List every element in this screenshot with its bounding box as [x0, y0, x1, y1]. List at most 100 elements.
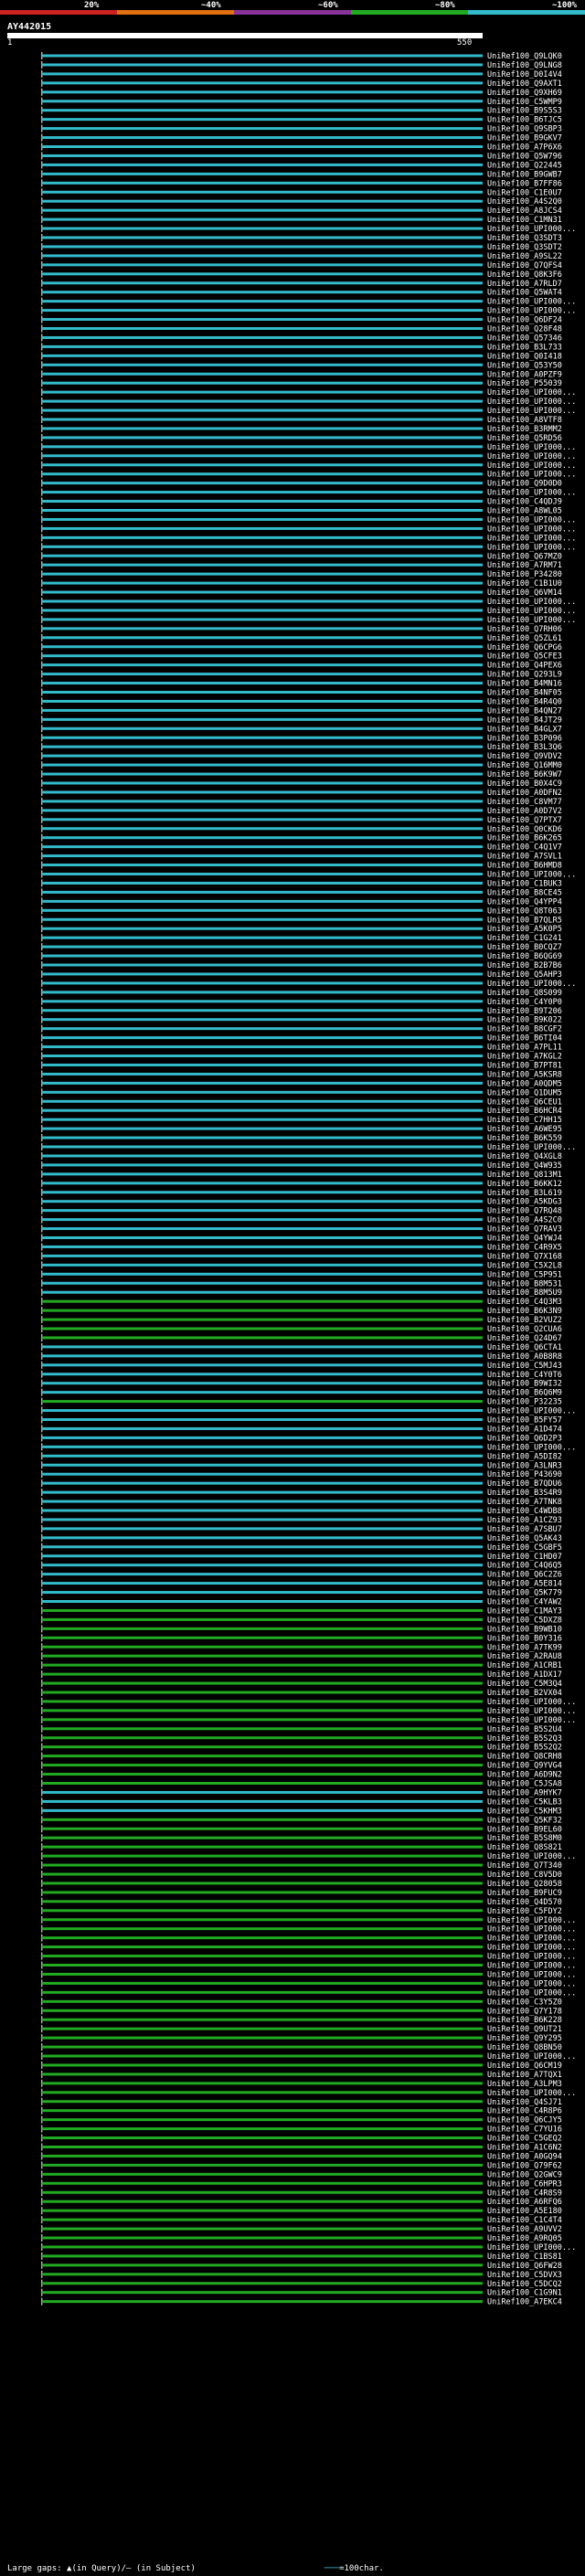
hit-row[interactable]: UniRef100_Q5AHP3: [41, 970, 562, 980]
hit-row[interactable]: UniRef100_Q6DF24: [41, 315, 562, 325]
hit-row[interactable]: UniRef100_B8CE45: [41, 888, 562, 897]
hit-row[interactable]: UniRef100_UPI000...: [41, 306, 576, 316]
hit-row[interactable]: UniRef100_Q4YWJ4: [41, 1234, 562, 1244]
hit-row[interactable]: UniRef100_B8M531: [41, 1279, 562, 1288]
hit-row[interactable]: UniRef100_B6KK12: [41, 1179, 562, 1189]
hit-row[interactable]: UniRef100_B4R4Q0: [41, 697, 562, 706]
hit-row[interactable]: UniRef100_Q7RH06: [41, 624, 562, 634]
hit-row[interactable]: UniRef100_UPI000...: [41, 1706, 576, 1716]
hit-row[interactable]: UniRef100_C1MAY3: [41, 1606, 562, 1616]
hit-row[interactable]: UniRef100_B2VUZ2: [41, 1316, 562, 1325]
hit-row[interactable]: UniRef100_Q9LNG8: [41, 61, 562, 70]
hit-row[interactable]: UniRef100_C7HH15: [41, 1116, 562, 1125]
hit-row[interactable]: UniRef100_Q0I418: [41, 352, 562, 361]
hit-row[interactable]: UniRef100_UPI000...: [41, 451, 576, 461]
hit-row[interactable]: UniRef100_UPI000...: [41, 1915, 576, 1925]
hit-row[interactable]: UniRef100_Q5W796: [41, 152, 562, 161]
hit-row[interactable]: UniRef100_B5S2Q3: [41, 1733, 562, 1744]
hit-row[interactable]: UniRef100_A2RAU8: [41, 1652, 562, 1661]
hit-row[interactable]: UniRef100_C1G9N1: [41, 2288, 562, 2298]
hit-row[interactable]: UniRef100_UPI000...: [41, 442, 576, 452]
hit-row[interactable]: UniRef100_Q8S821: [41, 1843, 562, 1852]
hit-row[interactable]: UniRef100_Q8S099: [41, 988, 562, 998]
hit-row[interactable]: UniRef100_C4Q1V7: [41, 843, 562, 853]
hit-row[interactable]: UniRef100_B6HCR4: [41, 1107, 562, 1116]
hit-row[interactable]: UniRef100_P55039: [41, 379, 562, 388]
hit-row[interactable]: UniRef100_A1DX17: [41, 1670, 562, 1680]
hit-row[interactable]: UniRef100_C1G241: [41, 934, 562, 943]
hit-row[interactable]: UniRef100_C4Q3M3: [41, 1298, 562, 1307]
hit-row[interactable]: UniRef100_A3LNR3: [41, 1461, 562, 1470]
hit-row[interactable]: UniRef100_B5S2U4: [41, 1724, 562, 1734]
hit-row[interactable]: UniRef100_Q8T063: [41, 906, 562, 916]
hit-row[interactable]: UniRef100_A8JCS4: [41, 207, 562, 216]
hit-row[interactable]: UniRef100_B6K228: [41, 2016, 562, 2025]
hit-row[interactable]: UniRef100_B4NF05: [41, 688, 562, 698]
hit-row[interactable]: UniRef100_C1B1U0: [41, 579, 562, 588]
hit-row[interactable]: UniRef100_A5DI82: [41, 1452, 562, 1461]
hit-row[interactable]: UniRef100_A5KSR8: [41, 1070, 562, 1079]
hit-row[interactable]: UniRef100_A0PZF9: [41, 370, 562, 379]
hit-row[interactable]: UniRef100_UPI000...: [41, 1988, 576, 1998]
hit-row[interactable]: UniRef100_Q28058: [41, 1879, 562, 1889]
hit-row[interactable]: UniRef100_UPI000...: [41, 1934, 576, 1944]
hit-row[interactable]: UniRef100_B5FY57: [41, 1415, 562, 1426]
hit-row[interactable]: UniRef100_Q8K3F6: [41, 270, 562, 280]
hit-row[interactable]: UniRef100_UPI000...: [41, 388, 576, 398]
hit-row[interactable]: UniRef100_C3Y5Z0: [41, 1998, 562, 2007]
hit-row[interactable]: UniRef100_A7SVL1: [41, 852, 562, 862]
hit-row[interactable]: UniRef100_B9WB10: [41, 1625, 562, 1634]
hit-row[interactable]: UniRef100_B5S8M0: [41, 1834, 562, 1843]
hit-row[interactable]: UniRef100_Q6VM14: [41, 588, 562, 598]
hit-row[interactable]: UniRef100_UPI000...: [41, 1952, 576, 1962]
hit-row[interactable]: UniRef100_Q6CM19: [41, 2061, 562, 2071]
hit-row[interactable]: UniRef100_B6K265: [41, 833, 562, 843]
hit-row[interactable]: UniRef100_UPI000...: [41, 515, 576, 525]
hit-row[interactable]: UniRef100_A7PL11: [41, 1043, 562, 1053]
hit-row[interactable]: UniRef100_UPI000...: [41, 297, 576, 307]
hit-row[interactable]: UniRef100_B8CGF2: [41, 1024, 562, 1034]
hit-row[interactable]: UniRef100_Q4W935: [41, 1161, 562, 1171]
hit-row[interactable]: UniRef100_B7QLR5: [41, 916, 562, 925]
hit-row[interactable]: UniRef100_A5K0P5: [41, 925, 562, 934]
hit-row[interactable]: UniRef100_C1HD07: [41, 1552, 562, 1562]
hit-row[interactable]: UniRef100_C6HPR3: [41, 2179, 562, 2189]
hit-row[interactable]: UniRef100_C5WMP9: [41, 97, 562, 107]
hit-row[interactable]: UniRef100_A9UVV2: [41, 2225, 562, 2234]
hit-row[interactable]: UniRef100_A7TQX1: [41, 2070, 562, 2080]
hit-row[interactable]: UniRef100_Q7RAV3: [41, 1224, 562, 1235]
hit-row[interactable]: UniRef100_P32235: [41, 1397, 562, 1407]
hit-row[interactable]: UniRef100_C5DVX3: [41, 2270, 562, 2280]
hit-row[interactable]: UniRef100_Q8CRH8: [41, 1752, 562, 1762]
hit-row[interactable]: UniRef100_Q9XH69: [41, 88, 562, 98]
hit-row[interactable]: UniRef100_Q9LQK0: [41, 52, 562, 61]
hit-row[interactable]: UniRef100_Q7PTX7: [41, 815, 562, 825]
hit-row[interactable]: UniRef100_Q8BN50: [41, 2043, 562, 2052]
hit-row[interactable]: UniRef100_UPI000...: [41, 1970, 576, 1979]
hit-row[interactable]: UniRef100_B2VX04: [41, 1689, 562, 1698]
hit-row[interactable]: UniRef100_C4YAW2: [41, 1597, 562, 1607]
hit-row[interactable]: UniRef100_B5S2Q2: [41, 1743, 562, 1753]
hit-row[interactable]: UniRef100_C4R8P6: [41, 2106, 562, 2116]
hit-row[interactable]: UniRef100_UPI000...: [41, 2052, 576, 2062]
hit-row[interactable]: UniRef100_C5FDY2: [41, 1906, 562, 1916]
hit-row[interactable]: UniRef100_A7KGL2: [41, 1052, 562, 1062]
hit-row[interactable]: UniRef100_A0D7V2: [41, 806, 562, 816]
hit-row[interactable]: UniRef100_Q4PEX6: [41, 661, 562, 671]
hit-row[interactable]: UniRef100_Q4SJ71: [41, 2097, 562, 2107]
hit-row[interactable]: UniRef100_UPI000...: [41, 1979, 576, 1988]
hit-row[interactable]: UniRef100_A1D474: [41, 1425, 562, 1434]
hit-row[interactable]: UniRef100_B0X4C9: [41, 779, 562, 789]
hit-row[interactable]: UniRef100_B2B7B6: [41, 961, 562, 970]
hit-row[interactable]: UniRef100_A5E814: [41, 1579, 562, 1589]
hit-row[interactable]: UniRef100_B9GWB7: [41, 170, 562, 179]
hit-row[interactable]: UniRef100_B8M5U9: [41, 1288, 562, 1298]
hit-row[interactable]: UniRef100_C5KHM3: [41, 1807, 562, 1816]
hit-row[interactable]: UniRef100_Q9VDV2: [41, 752, 562, 761]
hit-row[interactable]: UniRef100_B3L3Q6: [41, 743, 562, 752]
hit-row[interactable]: UniRef100_Q5K779: [41, 1588, 562, 1598]
hit-row[interactable]: UniRef100_B6TI04: [41, 1034, 562, 1044]
hit-row[interactable]: UniRef100_Q7RQ48: [41, 1206, 562, 1216]
hit-row[interactable]: UniRef100_Q16MM0: [41, 761, 562, 770]
hit-row[interactable]: UniRef100_Q22445: [41, 161, 562, 170]
